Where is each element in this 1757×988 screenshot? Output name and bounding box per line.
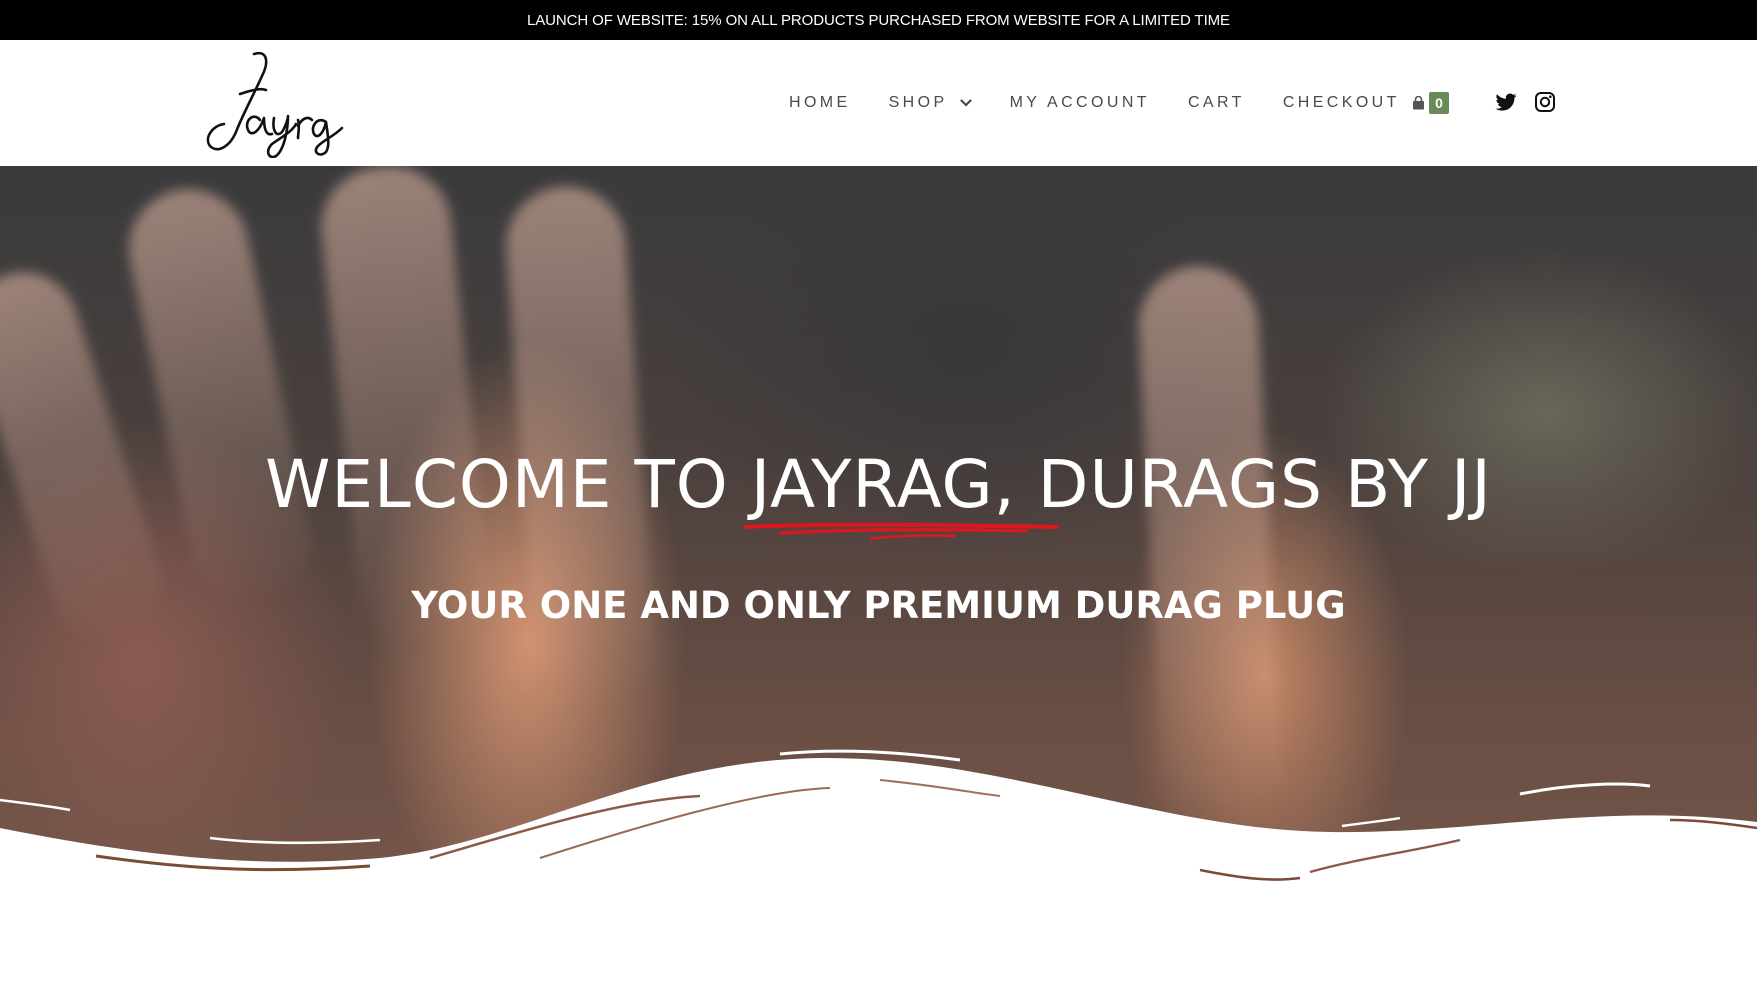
announcement-text: LAUNCH OF WEBSITE: 15% ON ALL PRODUCTS P… — [527, 11, 1230, 29]
hero-headline: WELCOME TO JAYRAG, DURAGS BY JJ — [0, 446, 1757, 541]
mini-cart-button[interactable]: 0 — [1412, 92, 1449, 114]
chevron-down-icon — [959, 99, 972, 107]
cart-count-badge: 0 — [1429, 92, 1449, 114]
shopping-bag-icon — [1413, 96, 1424, 110]
nav-shop[interactable]: SHOP — [889, 94, 972, 112]
hero-bg-shape — [315, 166, 495, 652]
hero-headline-accent-text: JAYRAG, — [750, 446, 1016, 523]
nav-my-account-label: MY ACCOUNT — [1009, 94, 1150, 111]
nav-home[interactable]: HOME — [789, 94, 851, 112]
nav-shop-label: SHOP — [888, 94, 948, 111]
hero-headline-suffix: DURAGS BY JJ — [1015, 446, 1492, 523]
nav-checkout[interactable]: CHECKOUT — [1283, 94, 1400, 112]
nav-checkout-label: CHECKOUT — [1282, 94, 1400, 111]
nav-my-account[interactable]: MY ACCOUNT — [1010, 94, 1150, 112]
twitter-icon — [1495, 93, 1517, 111]
twitter-link[interactable] — [1494, 90, 1518, 114]
red-underline-scribble — [742, 522, 1059, 541]
hero-headline-prefix: WELCOME TO — [265, 446, 751, 523]
site-logo[interactable] — [200, 46, 360, 158]
nav-cart[interactable]: CART — [1188, 94, 1245, 112]
hero-subheadline: YOUR ONE AND ONLY PREMIUM DURAG PLUG — [411, 584, 1346, 627]
instagram-link[interactable] — [1533, 90, 1557, 114]
hero-headline-accent: JAYRAG, — [742, 446, 1059, 541]
main-nav: HOME SHOP MY ACCOUNT CART CHECKOUT — [789, 40, 1400, 166]
jayrag-script-logo — [206, 51, 344, 158]
hero-wave-divider — [0, 749, 1757, 988]
nav-cart-label: CART — [1187, 94, 1245, 111]
site-header: HOME SHOP MY ACCOUNT CART CHECKOUT 0 — [0, 40, 1757, 166]
nav-home-label: HOME — [789, 94, 851, 111]
hero-section: WELCOME TO JAYRAG, DURAGS BY JJ YOUR ONE… — [0, 166, 1757, 988]
announcement-bar: LAUNCH OF WEBSITE: 15% ON ALL PRODUCTS P… — [0, 0, 1757, 40]
instagram-icon — [1535, 92, 1555, 112]
